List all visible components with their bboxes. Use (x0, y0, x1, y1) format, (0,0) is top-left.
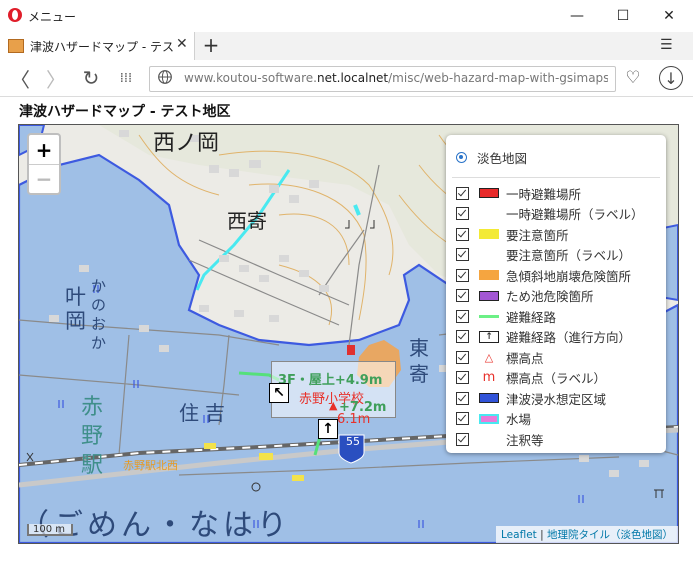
tab-title[interactable]: 津波ハザードマップ - テスト地区 (30, 38, 174, 55)
checkbox-checked-icon[interactable] (456, 186, 469, 200)
yellow-rect-icon (478, 228, 500, 240)
route-shield-label: 55 (346, 435, 360, 448)
overlay-layer-option[interactable]: △ 標高点 (456, 347, 544, 367)
purple-rect-icon (478, 290, 500, 302)
overlay-layer-label: 避難経路 (506, 309, 557, 325)
close-window-button[interactable]: ✕ (646, 0, 692, 32)
caution-label: 赤野駅北西 (123, 459, 178, 472)
overlay-layer-option[interactable]: 水場 (456, 409, 531, 429)
checkbox-checked-icon[interactable] (456, 371, 469, 384)
back-button[interactable]: 〈 (6, 64, 34, 92)
overlay-layer-label: 急傾斜地崩壊危険箇所 (506, 268, 632, 284)
legend-blank (478, 249, 500, 261)
red-triangle-icon: △ (484, 350, 494, 364)
tab-menu-icon[interactable]: ☰ (660, 37, 673, 53)
green-line-icon (478, 310, 500, 322)
zoom-in-button[interactable]: + (29, 135, 59, 165)
place-label-higashiyose: 東寄 (409, 336, 429, 386)
page-title: 津波ハザードマップ - テスト地区 (19, 104, 231, 120)
place-label-kanooka-kana: かのおか (91, 277, 107, 352)
checkbox-checked-icon[interactable] (456, 289, 469, 302)
radio-selected-icon[interactable] (456, 151, 467, 163)
cyan-rect-icon (478, 413, 500, 425)
blue-rect-icon (478, 392, 500, 404)
opera-logo-icon[interactable] (8, 8, 22, 22)
elevation-label-3: 6.1m (337, 412, 371, 427)
overlay-layer-label: ため池危険箇所 (506, 289, 594, 304)
favicon-icon (8, 39, 24, 53)
minimize-button[interactable]: — (554, 0, 600, 32)
scale-bar: 100 m (27, 524, 73, 536)
checkbox-checked-icon[interactable] (456, 350, 469, 364)
checkbox-checked-icon[interactable] (456, 330, 469, 343)
tab-close-button[interactable]: ✕ (176, 36, 188, 52)
overlay-layer-label: 要注意箇所 (506, 227, 569, 243)
attribution: Leaflet | 地理院タイル（淡色地図） (496, 526, 678, 543)
overlay-layer-label: 水場 (506, 412, 532, 427)
zoom-out-button[interactable]: − (29, 164, 59, 193)
overlay-layer-label: 注釈等 (506, 432, 544, 448)
overlay-layer-option[interactable]: 要注意箇所（ラベル） (456, 245, 631, 265)
overlay-layer-label: 標高点 (506, 350, 544, 366)
legend-blank (478, 433, 500, 445)
heart-icon[interactable]: ♡ (621, 66, 645, 90)
checkbox-checked-icon[interactable] (456, 412, 469, 425)
place-label-akano-station: 赤野駅 (81, 395, 104, 478)
zoom-control: + − (27, 133, 61, 195)
reload-button[interactable]: ↻ (77, 64, 105, 92)
forward-button[interactable]: 〉 (42, 64, 70, 92)
place-label-gomen-line: （ごめん・なはり (19, 508, 291, 543)
checkbox-checked-icon[interactable] (456, 309, 469, 323)
overlay-layer-label: 標高点（ラベル） (506, 371, 607, 386)
download-icon[interactable]: ↓ (659, 66, 683, 90)
new-tab-button[interactable]: + (201, 33, 221, 57)
base-layer-option[interactable]: 淡色地図 (456, 147, 527, 167)
place-label-nishiyose: 西寄 (227, 209, 267, 233)
map-container[interactable]: 西ノ岡 西寄 叶岡 かのおか 住吉 赤野駅 東寄 （ごめん・なはり 赤野駅北西 … (18, 124, 679, 544)
overlay-layer-label: 一時避難場所（ラベル） (506, 207, 644, 222)
route-direction-arrow-icon: ↖ (269, 383, 289, 403)
checkbox-checked-icon[interactable] (456, 207, 469, 220)
red-m-icon: m (482, 370, 496, 385)
orange-rect-icon (478, 269, 500, 281)
overlay-layer-label: 一時避難場所 (506, 186, 582, 202)
menu-label[interactable]: メニュー (28, 8, 76, 25)
overlay-layer-option[interactable]: 避難経路 (456, 306, 556, 326)
speed-dial-button[interactable]: ⁞⁞⁞ (112, 64, 140, 92)
red-rect-icon (478, 187, 500, 199)
overlay-layer-option[interactable]: 注釈等 (456, 429, 544, 449)
overlay-layer-option[interactable]: m 標高点（ラベル） (456, 368, 606, 388)
layer-control: 淡色地図 一時避難場所一時避難場所（ラベル） 要注意箇所要注意箇所（ラベル） 急傾斜… (446, 135, 666, 453)
checkbox-checked-icon[interactable] (456, 248, 469, 261)
overlay-layer-label: 津波浸水想定区域 (506, 391, 607, 407)
overlay-layer-option[interactable]: 津波浸水想定区域 (456, 388, 606, 408)
globe-icon (158, 70, 172, 84)
route-direction-arrow-icon: ↑ (318, 419, 338, 439)
checkbox-checked-icon[interactable] (456, 268, 469, 282)
up-arrow-box-icon: ↑ (478, 330, 500, 343)
place-label-sumiyoshi: 住吉 (179, 401, 231, 425)
gsi-tile-link[interactable]: 地理院タイル（淡色地図） (547, 529, 673, 541)
layer-separator (452, 177, 660, 178)
checkbox-checked-icon[interactable] (456, 432, 469, 446)
url-text[interactable]: www.koutou-software.net.localnet/misc/we… (184, 71, 608, 85)
overlay-layer-label: 避難経路（進行方向） (506, 330, 632, 345)
overlay-layer-option[interactable]: ↑ 避難経路（進行方向） (456, 327, 631, 347)
elevation-label-1: 3F・屋上+4.9m (278, 373, 383, 388)
overlay-layer-option[interactable]: 一時避難場所 (456, 183, 581, 203)
checkbox-checked-icon[interactable] (456, 227, 469, 241)
place-label-kanooka-kanji: 叶岡 (65, 285, 86, 333)
maximize-button[interactable]: ☐ (600, 0, 646, 32)
overlay-layer-option[interactable]: 急傾斜地崩壊危険箇所 (456, 265, 631, 285)
overlay-layer-option[interactable]: 一時避難場所（ラベル） (456, 204, 644, 224)
leaflet-link[interactable]: Leaflet (501, 529, 537, 541)
legend-blank (478, 208, 500, 220)
overlay-layer-option[interactable]: ため池危険箇所 (456, 286, 594, 306)
elevation-point-icon: ▲ (329, 399, 338, 412)
overlay-layer-label: 要注意箇所（ラベル） (506, 248, 632, 263)
checkbox-checked-icon[interactable] (456, 391, 469, 405)
overlay-layer-option[interactable]: 要注意箇所 (456, 224, 569, 244)
place-label-nishinooka: 西ノ岡 (153, 131, 220, 156)
